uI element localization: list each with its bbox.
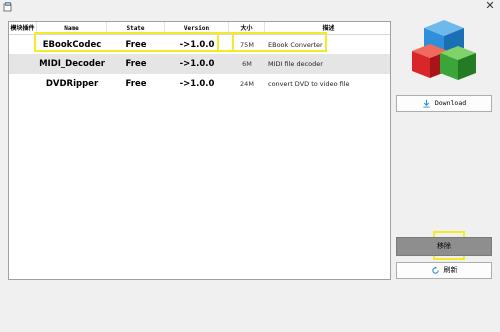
download-button[interactable]: Download xyxy=(396,95,492,112)
download-icon xyxy=(423,99,430,108)
plugin-name: EBookCodec xyxy=(42,40,102,50)
table-row-selected[interactable]: MIDI_Decoder Free ->1.0.0 6M MIDI file d… xyxy=(9,54,390,74)
column-header-size[interactable]: 大小 xyxy=(229,22,265,35)
close-icon: ✕ xyxy=(485,0,495,12)
column-header-description[interactable]: 描述 xyxy=(265,22,392,35)
column-header-state[interactable]: State xyxy=(107,22,165,35)
column-header-module[interactable]: 模块插件 xyxy=(9,22,37,35)
close-button[interactable]: ✕ xyxy=(484,0,496,12)
remove-button[interactable]: 移除 xyxy=(396,237,492,256)
plugin-name: DVDRipper xyxy=(45,79,99,89)
plugin-cubes-logo xyxy=(412,20,476,80)
plugin-version: ->1.0.0 xyxy=(179,79,215,89)
table-row[interactable]: DVDRipper Free ->1.0.0 24M convert DVD t… xyxy=(9,74,390,94)
plugin-version: ->1.0.0 xyxy=(179,40,215,50)
plugin-size: 75M xyxy=(240,41,254,49)
plugin-state: Free xyxy=(125,79,147,89)
plugin-state: Free xyxy=(125,59,147,69)
plugin-description: convert DVD to video file xyxy=(268,80,350,88)
plugin-state: Free xyxy=(125,40,147,50)
plugin-size: 6M xyxy=(242,60,252,68)
remove-label: 移除 xyxy=(437,242,451,250)
plugin-description: MIDI file decoder xyxy=(268,60,323,68)
table-row[interactable]: EBookCodec Free ->1.0.0 75M EBook Conver… xyxy=(9,35,390,55)
list-header: 模块插件 Name State Version 大小 描述 xyxy=(9,22,390,35)
download-label: Download xyxy=(434,99,467,107)
plugin-description: EBook Converter xyxy=(268,41,323,49)
refresh-label: 刷新 xyxy=(443,266,458,274)
column-header-version[interactable]: Version xyxy=(165,22,229,35)
refresh-icon xyxy=(431,266,439,274)
refresh-button[interactable]: 刷新 xyxy=(396,262,492,279)
column-header-name[interactable]: Name xyxy=(37,22,107,35)
plugin-size: 24M xyxy=(240,80,254,88)
plugin-name: MIDI_Decoder xyxy=(39,59,105,69)
plugin-version: ->1.0.0 xyxy=(179,59,215,69)
app-icon xyxy=(3,2,12,12)
plugin-list: 模块插件 Name State Version 大小 描述 EBookCodec… xyxy=(8,21,391,280)
title-bar: ✕ xyxy=(0,0,500,14)
